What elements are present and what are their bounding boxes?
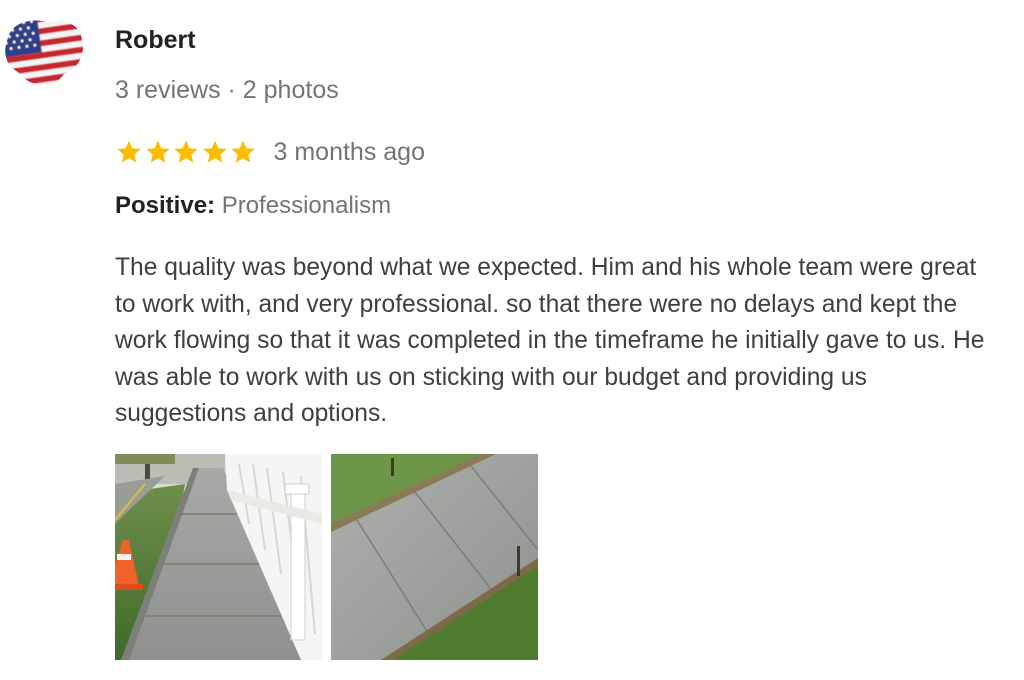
review-attribute: Positive: Professionalism <box>115 192 391 220</box>
author-meta: 3 reviews · 2 photos <box>115 76 339 104</box>
review-photo-sidewalk-fence[interactable] <box>115 454 322 660</box>
author-name[interactable]: Robert <box>115 26 196 55</box>
review-text: The quality was beyond what we expected.… <box>115 254 985 427</box>
review-photos <box>115 454 538 660</box>
star-icon <box>174 140 198 163</box>
rating-row: 3 months ago <box>115 136 425 168</box>
author-avatar[interactable] <box>2 16 86 90</box>
attribute-value: Professionalism <box>221 192 392 219</box>
review-date: 3 months ago <box>273 137 426 166</box>
review-photo-sidewalk-slab[interactable] <box>331 454 538 660</box>
attribute-label: Positive: <box>115 192 216 219</box>
star-icon <box>117 140 141 163</box>
star-icon <box>202 140 227 163</box>
star-icon <box>231 140 255 163</box>
star-rating <box>115 136 258 168</box>
star-icon <box>145 140 170 163</box>
american-flag-avatar-icon <box>5 20 83 86</box>
